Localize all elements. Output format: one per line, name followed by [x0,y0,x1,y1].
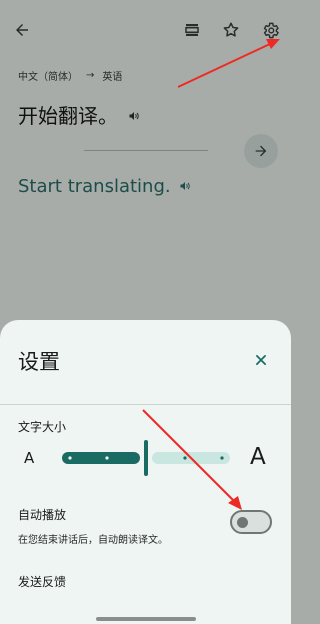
gear-icon[interactable] [258,18,282,42]
language-selector: 中文（简体） → 英语 [18,68,122,83]
arrow-right-icon [255,145,267,157]
autoplay-description: 在您结束讲话后，自动朗读译文。 [18,535,168,546]
target-language[interactable]: 英语 [102,68,122,83]
send-feedback-item[interactable]: 发送反馈 [18,573,66,590]
slider-tick [183,456,187,460]
swap-arrow: → [86,70,95,81]
slider-tick [105,456,109,460]
divider [84,150,208,151]
source-language[interactable]: 中文（简体） [18,68,78,83]
saved-translations-icon[interactable] [180,18,204,42]
settings-title: 设置 [18,350,60,374]
translate-go-button[interactable] [244,134,278,168]
slider-tick [68,456,72,460]
home-indicator [96,617,196,621]
font-size-small-label: A [24,449,35,467]
toggle-knob [237,517,248,528]
top-app-bar [0,0,291,56]
slider-thumb [144,440,148,476]
font-size-slider[interactable] [62,440,232,476]
slider-tick [220,456,224,460]
settings-bottom-sheet: 设置 文字大小 A A 自动播放 在您结束讲话后，自动朗读译文。 发送反馈 [0,320,291,624]
autoplay-toggle[interactable] [230,510,272,534]
slider-active-track [62,452,140,464]
sheet-divider [0,404,291,405]
close-icon[interactable] [249,348,273,372]
arrow-left-icon[interactable] [10,18,34,42]
autoplay-label: 自动播放 [18,508,67,522]
star-icon[interactable] [219,18,243,42]
slider-inactive-track [152,452,230,464]
font-size-large-label: A [250,444,266,470]
font-size-label: 文字大小 [18,420,67,434]
speaker-icon[interactable] [179,176,191,197]
speaker-icon[interactable] [128,103,140,127]
translated-text[interactable]: Start translating. [18,176,171,197]
source-text[interactable]: 开始翻译。 [18,100,118,129]
translation-row: Start translating. [18,176,191,197]
source-text-row: 开始翻译。 [18,100,140,129]
